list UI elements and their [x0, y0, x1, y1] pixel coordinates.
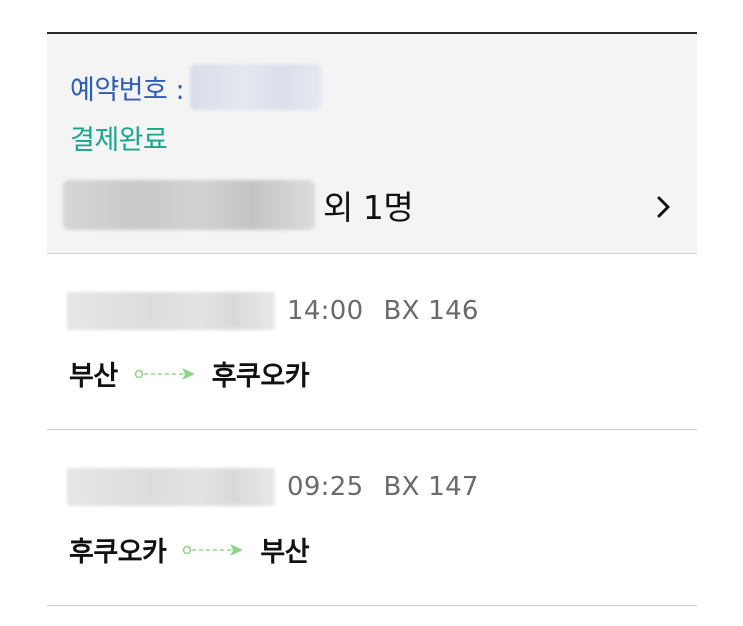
reservation-number-row: 예약번호 :: [70, 64, 323, 110]
destination-city: 부산: [260, 537, 310, 568]
chevron-right-icon[interactable]: [653, 194, 675, 220]
passenger-name-redacted: [63, 180, 315, 230]
flight-info-row: 09:25 BX 147: [67, 468, 479, 506]
destination-city: 후쿠오카: [211, 361, 310, 392]
booking-card: 예약번호 : 결제완료 외 1명 14:00 BX 146 부산 후쿠오카 09…: [47, 32, 697, 606]
origin-city: 후쿠오카: [69, 537, 167, 568]
origin-city: 부산: [69, 361, 118, 392]
payment-status: 결제완료: [70, 125, 168, 156]
flight-number: BX 146: [383, 296, 479, 326]
passenger-count: 외 1명: [323, 188, 414, 227]
route-arrow-icon: [182, 541, 246, 559]
flight-segment-return[interactable]: 09:25 BX 147 후쿠오카 부산: [47, 430, 697, 606]
flight-number: BX 147: [383, 472, 479, 502]
flight-info-row: 14:00 BX 146: [67, 292, 479, 330]
flight-segment-outbound[interactable]: 14:00 BX 146 부산 후쿠오카: [47, 254, 697, 430]
reservation-number-label: 예약번호 :: [70, 74, 185, 106]
route-arrow-icon: [134, 365, 198, 383]
booking-summary-header[interactable]: 예약번호 : 결제완료 외 1명: [47, 34, 697, 254]
flight-date-redacted: [67, 292, 275, 330]
reservation-number-redacted: [190, 64, 323, 110]
departure-time: 14:00: [287, 296, 364, 326]
departure-time: 09:25: [287, 472, 364, 502]
passenger-row: 외 1명: [63, 180, 414, 230]
flight-date-redacted: [67, 468, 275, 506]
route-row: 후쿠오카 부산: [69, 530, 310, 569]
route-row: 부산 후쿠오카: [69, 354, 310, 393]
